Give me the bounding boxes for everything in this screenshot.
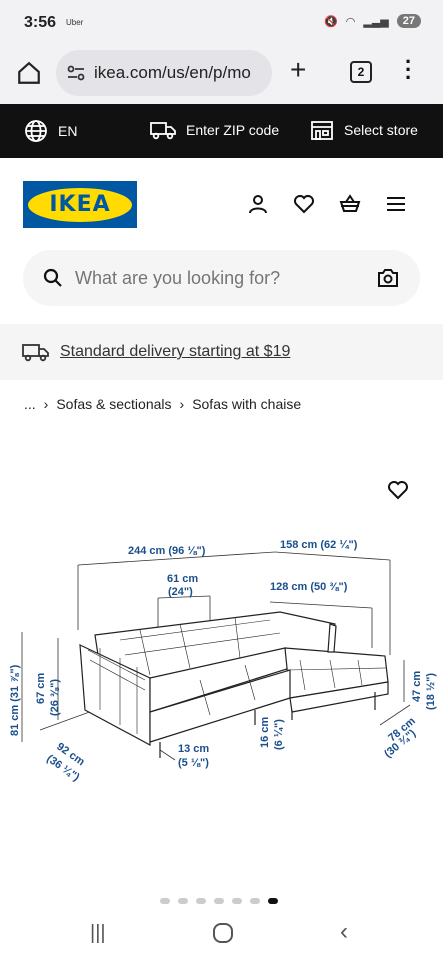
status-time: 3:56 xyxy=(24,14,57,31)
url-field[interactable]: ikea.com/us/en/p/mo xyxy=(56,50,272,96)
logo-oval: IKEA xyxy=(28,187,132,222)
back-icon[interactable]: ‹ xyxy=(340,918,348,946)
globe-icon xyxy=(25,120,47,142)
dim-seat-height: 16 cm xyxy=(259,717,271,748)
more-menu-icon[interactable]: · · · xyxy=(405,51,412,89)
ikea-logo[interactable]: IKEA xyxy=(23,181,137,228)
dim-back-height-in: (26 ⅜") xyxy=(49,679,61,716)
dim-arm-height: 47 cm xyxy=(411,671,423,702)
dim-total-width: 244 cm (96 ⅛") xyxy=(128,545,206,557)
language-label: EN xyxy=(58,123,78,139)
heart-icon[interactable] xyxy=(292,192,316,216)
store-label: Select store xyxy=(344,122,418,138)
signal-icon: ▂▃▅ xyxy=(363,15,389,28)
cart-icon[interactable] xyxy=(338,192,362,216)
logo-text: IKEA xyxy=(49,192,111,217)
chevron-right-icon: › xyxy=(179,396,185,412)
dim-seat-depth: 61 cm xyxy=(167,573,198,585)
hamburger-menu-icon[interactable] xyxy=(384,192,408,216)
carousel-dot[interactable] xyxy=(232,898,242,904)
delivery-link[interactable]: Standard delivery starting at $19 xyxy=(60,343,290,361)
search-bar[interactable] xyxy=(23,250,420,306)
dim-chaise-width: 128 cm (50 ⅜") xyxy=(270,581,348,593)
dim-chaise-length: 158 cm (62 ¼") xyxy=(280,539,358,551)
select-store-button[interactable]: Select store xyxy=(310,119,418,141)
carousel-dot[interactable] xyxy=(178,898,188,904)
browser-toolbar: ikea.com/us/en/p/mo + 2 · · · xyxy=(0,44,443,104)
mute-icon: 🔇 xyxy=(324,15,338,28)
store-icon xyxy=(311,121,333,140)
truck-icon xyxy=(150,122,176,140)
image-carousel-dots xyxy=(160,898,278,904)
breadcrumb-ellipsis[interactable]: ... xyxy=(24,396,36,412)
recent-apps-icon[interactable]: ||| xyxy=(90,922,106,945)
header-icons xyxy=(246,192,408,216)
dim-leg-height-in: (5 ⅛") xyxy=(178,757,209,769)
dim-seat-depth-in: (24") xyxy=(168,586,193,598)
delivery-banner: Standard delivery starting at $19 xyxy=(0,324,443,380)
carousel-dot[interactable] xyxy=(196,898,206,904)
carousel-dot[interactable] xyxy=(250,898,260,904)
dim-back-height: 67 cm xyxy=(35,673,47,704)
breadcrumb-item-sofas-with-chaise[interactable]: Sofas with chaise xyxy=(192,396,301,412)
chevron-right-icon: › xyxy=(43,396,49,412)
new-tab-icon[interactable]: + xyxy=(290,56,306,84)
language-selector[interactable]: EN xyxy=(24,119,77,143)
home-icon[interactable] xyxy=(16,60,42,86)
product-dimension-image[interactable]: 244 cm (96 ⅛") 158 cm (62 ¼") 61 cm (24"… xyxy=(0,520,443,820)
search-input[interactable] xyxy=(75,267,355,289)
carousel-dot-active[interactable] xyxy=(268,898,278,904)
status-icons: 🔇 ◠ ▂▃▅ 27 xyxy=(324,14,421,28)
url-text: ikea.com/us/en/p/mo xyxy=(94,63,251,82)
sofa-drawing xyxy=(79,611,389,758)
wifi-icon: ◠ xyxy=(345,15,356,28)
status-bar: 3:56 Uber 🔇 ◠ ▂▃▅ 27 xyxy=(0,0,443,44)
breadcrumb: ... › Sofas & sectionals › Sofas with ch… xyxy=(24,396,301,412)
dim-seat-height-in: (6 ¼") xyxy=(273,719,285,750)
truck-icon xyxy=(22,344,49,362)
carousel-dot[interactable] xyxy=(160,898,170,904)
home-button-icon[interactable] xyxy=(212,922,234,944)
dim-arm-height-in: (18 ½") xyxy=(425,673,437,710)
zip-code-button[interactable]: Enter ZIP code xyxy=(150,119,279,141)
status-app-label: Uber xyxy=(66,18,84,27)
battery-icon: 27 xyxy=(396,14,421,28)
favorite-heart-icon[interactable] xyxy=(386,478,410,502)
search-icon xyxy=(43,268,62,287)
site-settings-icon[interactable] xyxy=(66,63,86,83)
camera-search-icon[interactable] xyxy=(376,266,400,290)
system-nav-bar: ||| ‹ xyxy=(0,906,443,960)
breadcrumb-item-sofas-sectionals[interactable]: Sofas & sectionals xyxy=(56,396,171,412)
utility-bar: EN Enter ZIP code Select store xyxy=(0,104,443,158)
tab-switcher-button[interactable]: 2 xyxy=(350,61,372,83)
zip-code-label: Enter ZIP code xyxy=(186,122,280,138)
account-icon[interactable] xyxy=(246,192,270,216)
carousel-dot[interactable] xyxy=(214,898,224,904)
dim-total-height: 81 cm (31 ⅞") xyxy=(9,664,21,736)
dim-leg-height: 13 cm xyxy=(178,743,209,755)
